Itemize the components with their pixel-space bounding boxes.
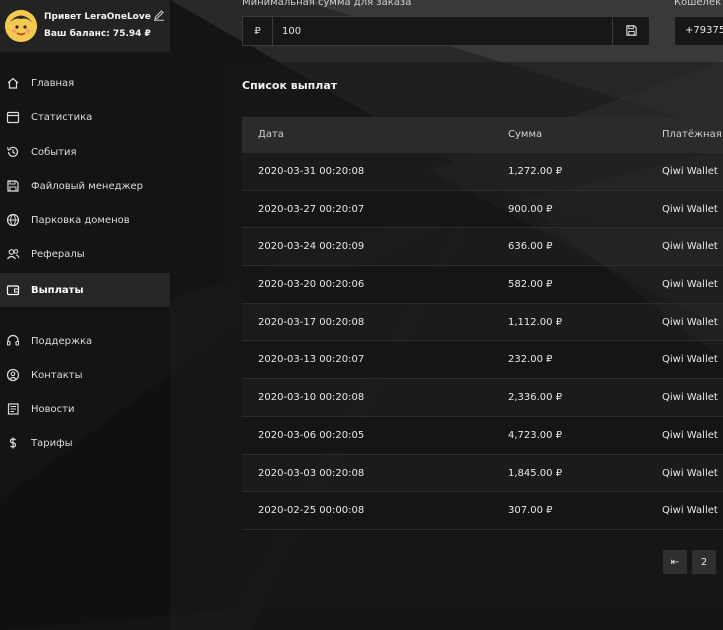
cell-payment-system: Qiwi Wallet [662, 279, 718, 291]
user-circle-icon [5, 367, 21, 383]
cell-amount: 582.00 ₽ [508, 279, 553, 291]
table-row: 2020-03-03 00:20:08 1,845.00 ₽ Qiwi Wall… [242, 454, 723, 493]
save-button[interactable] [612, 17, 649, 45]
sidebar-item-news[interactable]: Новости [0, 392, 170, 426]
table-row: 2020-03-20 00:20:06 582.00 ₽ Qiwi Wallet [242, 266, 723, 304]
column-header-date[interactable]: Дата [258, 117, 284, 153]
users-icon [5, 246, 21, 262]
cell-date: 2020-03-31 00:20:08 [258, 166, 365, 177]
cell-amount: 4,723.00 ₽ [508, 429, 563, 441]
sidebar-item-label: Рефералы [31, 248, 85, 260]
cell-amount: 1,112.00 ₽ [508, 316, 563, 328]
cell-amount: 307.00 ₽ [508, 505, 553, 517]
greeting-text: Привет LeraOneLove [44, 12, 151, 22]
cell-payment-system: Qiwi Wallet [662, 354, 718, 366]
min-sum-label: Минимальная сумма для заказа [242, 0, 412, 8]
table-row: 2020-03-17 00:20:08 1,112.00 ₽ Qiwi Wall… [242, 303, 723, 342]
sidebar-item-label: Новости [31, 403, 75, 415]
column-header-payment-system[interactable]: Платёжная с [662, 117, 723, 153]
sidebar-item-domain-parking[interactable]: Парковка доменов [0, 203, 170, 237]
wallet-icon [5, 282, 21, 298]
cell-date: 2020-03-27 00:20:07 [258, 203, 365, 215]
sidebar-item-label: Парковка доменов [31, 214, 130, 226]
sidebar-item-label: Контакты [31, 369, 83, 381]
table-row: 2020-03-24 00:20:09 636.00 ₽ Qiwi Wallet [242, 228, 723, 267]
sidebar-item-label: События [31, 146, 77, 158]
home-icon [5, 75, 21, 91]
table-row: 2020-03-13 00:20:07 232.00 ₽ Qiwi Wallet [242, 341, 723, 380]
cell-date: 2020-03-10 00:20:08 [258, 392, 365, 404]
cell-payment-system: Qiwi Wallet [662, 392, 718, 404]
cell-amount: 1,845.00 ₽ [508, 467, 563, 479]
cell-payment-system: Qiwi Wallet [662, 166, 718, 177]
sidebar-item-label: Статистика [31, 111, 93, 123]
sidebar-item-file-manager[interactable]: Файловый менеджер [0, 169, 170, 203]
avatar[interactable] [5, 10, 37, 42]
cell-payment-system: Qiwi Wallet [662, 316, 718, 328]
cell-date: 2020-03-13 00:20:07 [258, 354, 365, 366]
profile-card: Привет LeraOneLove Ваш баланс: 75.94 ₽ [0, 0, 170, 52]
wallet-label: Кошелек [674, 0, 722, 8]
cell-date: 2020-03-06 00:20:05 [258, 429, 365, 441]
sidebar-item-label: Выплаты [31, 284, 84, 296]
cell-date: 2020-03-17 00:20:08 [258, 316, 365, 328]
sidebar-item-contacts[interactable]: Контакты [0, 358, 170, 392]
sidebar-item-label: Тарифы [31, 437, 73, 449]
calendar-icon [5, 109, 21, 125]
table-row: 2020-03-27 00:20:07 900.00 ₽ Qiwi Wallet [242, 190, 723, 229]
table-row: 2020-03-06 00:20:05 4,723.00 ₽ Qiwi Wall… [242, 416, 723, 455]
cell-amount: 232.00 ₽ [508, 354, 553, 366]
wallet-input[interactable]: +79375 [674, 16, 723, 46]
min-sum-field: ₽ 100 [242, 16, 650, 46]
cell-amount: 1,272.00 ₽ [508, 166, 563, 177]
table-header: Дата Сумма Платёжная с [242, 117, 723, 153]
cell-payment-system: Qiwi Wallet [662, 429, 718, 441]
sidebar-item-label: Поддержка [31, 335, 93, 347]
column-header-amount[interactable]: Сумма [508, 117, 542, 153]
cell-date: 2020-03-20 00:20:06 [258, 279, 365, 291]
save-icon [5, 178, 21, 194]
globe-icon [5, 212, 21, 228]
pagination: ⇤ 2 [663, 550, 721, 574]
sidebar-item-tariffs[interactable]: Тарифы [0, 426, 170, 460]
first-page-button[interactable]: ⇤ [663, 550, 687, 574]
sidebar-item-home[interactable]: Главная [0, 66, 170, 100]
cell-amount: 636.00 ₽ [508, 241, 553, 253]
balance-text: Ваш баланс: 75.94 ₽ [44, 29, 151, 39]
min-sum-input[interactable]: 100 [273, 26, 612, 37]
cell-payment-system: Qiwi Wallet [662, 203, 718, 215]
dollar-icon [5, 435, 21, 451]
cell-amount: 900.00 ₽ [508, 203, 553, 215]
cell-amount: 2,336.00 ₽ [508, 392, 563, 404]
sidebar-item-label: Файловый менеджер [31, 180, 144, 192]
cell-date: 2020-03-03 00:20:08 [258, 467, 365, 479]
payouts-table: Дата Сумма Платёжная с 2020-03-31 00:20:… [242, 117, 723, 530]
currency-symbol: ₽ [243, 17, 273, 45]
headset-icon [5, 333, 21, 349]
section-title: Список выплат [242, 79, 338, 92]
cell-date: 2020-02-25 00:00:08 [258, 505, 365, 517]
pencil-icon[interactable] [153, 6, 165, 21]
sidebar-item-statistics[interactable]: Статистика [0, 100, 170, 134]
cell-payment-system: Qiwi Wallet [662, 241, 718, 253]
sidebar-item-support[interactable]: Поддержка [0, 324, 170, 358]
save-icon [625, 22, 638, 41]
sidebar-item-events[interactable]: События [0, 135, 170, 169]
table-body: 2020-03-31 00:20:08 1,272.00 ₽ Qiwi Wall… [242, 153, 723, 530]
cell-date: 2020-03-24 00:20:09 [258, 241, 365, 253]
table-row: 2020-02-25 00:00:08 307.00 ₽ Qiwi Wallet [242, 492, 723, 530]
cell-payment-system: Qiwi Wallet [662, 467, 718, 479]
cell-payment-system: Qiwi Wallet [662, 505, 718, 517]
history-icon [5, 144, 21, 160]
table-row: 2020-03-31 00:20:08 1,272.00 ₽ Qiwi Wall… [242, 153, 723, 191]
table-row: 2020-03-10 00:20:08 2,336.00 ₽ Qiwi Wall… [242, 379, 723, 417]
sidebar-item-referrals[interactable]: Рефералы [0, 237, 170, 271]
sidebar: Привет LeraOneLove Ваш баланс: 75.94 ₽ Г… [0, 0, 170, 630]
newspaper-icon [5, 401, 21, 417]
sidebar-item-payouts[interactable]: Выплаты [0, 273, 170, 307]
page-2-button[interactable]: 2 [692, 550, 716, 574]
sidebar-item-label: Главная [31, 77, 75, 89]
